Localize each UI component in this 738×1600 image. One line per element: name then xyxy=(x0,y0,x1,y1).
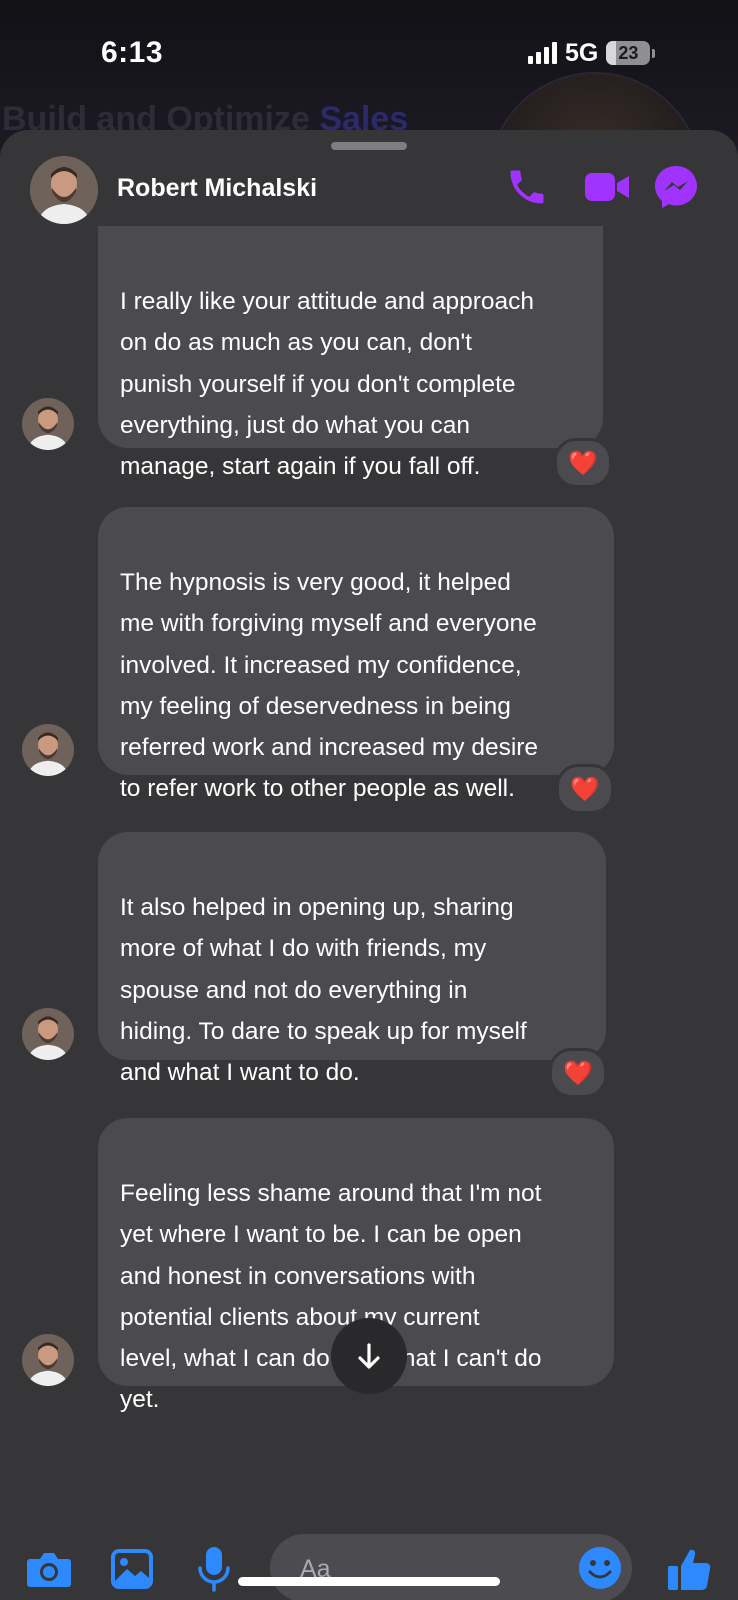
microphone-button[interactable] xyxy=(189,1544,239,1594)
emoji-smile-icon xyxy=(579,1547,621,1589)
heart-reaction[interactable]: ❤️ xyxy=(549,1048,607,1098)
microphone-icon xyxy=(198,1547,230,1592)
heart-icon: ❤️ xyxy=(563,1059,593,1087)
video-camera-icon xyxy=(585,173,629,201)
message-bubble[interactable]: I really like your attitude and approach… xyxy=(98,226,603,480)
phone-icon xyxy=(510,170,544,204)
sender-avatar[interactable] xyxy=(22,1008,74,1060)
message-bubble[interactable]: The hypnosis is very good, it helped me … xyxy=(98,507,614,802)
message-input-pill[interactable] xyxy=(270,1534,632,1600)
network-type: 5G xyxy=(565,38,599,67)
scroll-to-bottom-button[interactable] xyxy=(331,1318,407,1394)
heart-reaction[interactable]: ❤️ xyxy=(556,764,614,814)
cellular-signal-icon xyxy=(528,42,557,64)
message-bubble[interactable]: It also helped in opening up, sharing mo… xyxy=(98,832,606,1086)
sender-avatar[interactable] xyxy=(22,398,74,450)
status-time: 6:13 xyxy=(101,36,164,69)
sheet-grabber[interactable] xyxy=(331,142,407,150)
thumbs-up-icon xyxy=(668,1549,711,1590)
message-text: I really like your attitude and approach… xyxy=(120,288,535,481)
chat-sheet: Robert Michalski I really like your atti… xyxy=(0,130,738,1600)
messenger-icon xyxy=(655,166,697,208)
message-list[interactable]: I really like your attitude and approach… xyxy=(0,226,738,1534)
status-indicators: 5G 23 xyxy=(528,38,656,68)
heart-reaction[interactable]: ❤️ xyxy=(554,438,612,488)
arrow-down-icon xyxy=(358,1343,380,1369)
emoji-button[interactable] xyxy=(575,1543,625,1593)
gallery-button[interactable] xyxy=(107,1544,157,1594)
like-button[interactable] xyxy=(664,1544,714,1594)
battery-percent: 23 xyxy=(618,42,639,63)
message-text: Feeling less shame around that I'm not y… xyxy=(120,1180,542,1414)
battery-icon: 23 xyxy=(606,41,651,65)
messenger-button[interactable] xyxy=(651,162,701,212)
contact-name[interactable]: Robert Michalski xyxy=(117,174,317,203)
message-text: It also helped in opening up, sharing mo… xyxy=(120,894,527,1087)
battery-level xyxy=(606,41,617,65)
video-call-button[interactable] xyxy=(582,162,632,212)
composer-bar xyxy=(0,1534,738,1600)
heart-icon: ❤️ xyxy=(568,449,598,477)
sender-avatar[interactable] xyxy=(22,724,74,776)
contact-avatar[interactable] xyxy=(30,156,98,224)
photo-icon xyxy=(111,1549,153,1589)
home-indicator[interactable] xyxy=(238,1577,500,1586)
voice-call-button[interactable] xyxy=(502,162,552,212)
battery-cap xyxy=(652,48,656,58)
sender-avatar[interactable] xyxy=(22,1334,74,1386)
camera-icon xyxy=(27,1553,71,1587)
message-text: The hypnosis is very good, it helped me … xyxy=(120,569,539,803)
message-input[interactable] xyxy=(298,1534,552,1600)
camera-button[interactable] xyxy=(24,1544,74,1594)
heart-icon: ❤️ xyxy=(570,775,600,803)
